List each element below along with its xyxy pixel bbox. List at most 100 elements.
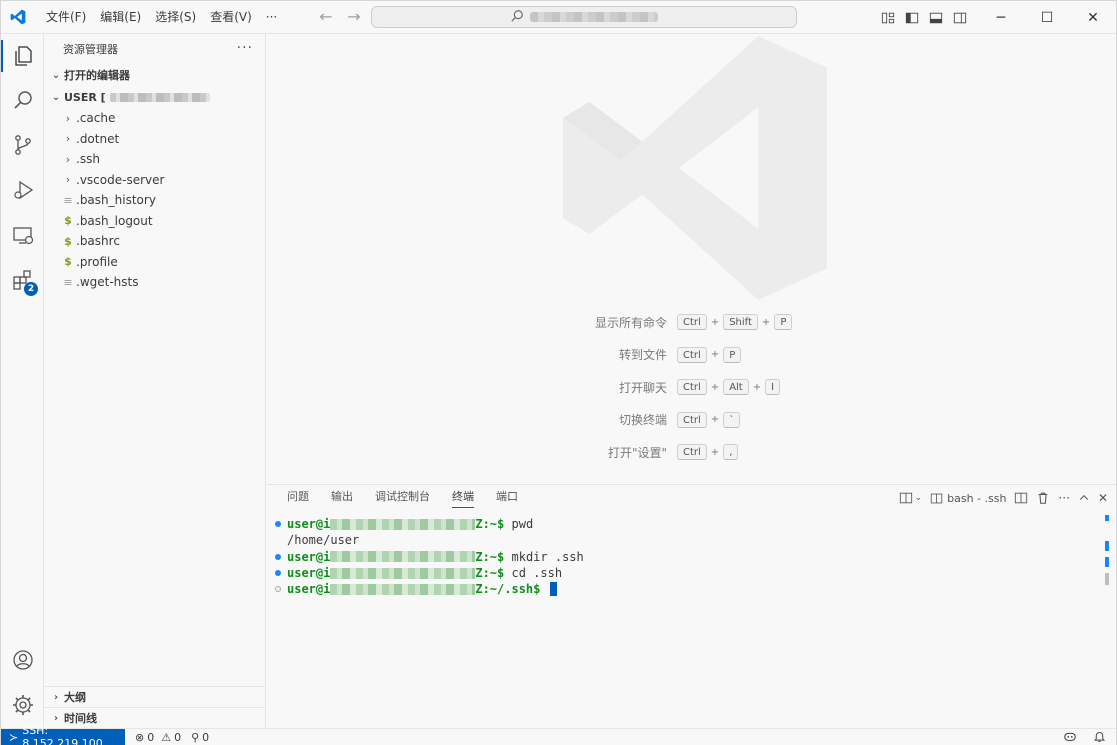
shortcut-row[interactable]: 切换终端 Ctrl + ` [267, 410, 741, 430]
menu-edit[interactable]: 编辑(E) [93, 6, 148, 28]
tree-item[interactable]: › .cache [44, 108, 265, 129]
tab-debug-console[interactable]: 调试控制台 [367, 485, 438, 511]
menu-file[interactable]: 文件(F) [39, 6, 93, 28]
shell-file-icon: $ [64, 234, 72, 248]
panel-actions: ⌄ bash - .ssh ··· ✕ [899, 485, 1108, 511]
chevron-down-icon: ⌄ [51, 91, 61, 103]
warning-icon: ⚠ [161, 730, 172, 744]
copilot-icon[interactable] [1063, 729, 1077, 745]
trash-icon[interactable] [1036, 488, 1050, 508]
minimize-icon[interactable]: ─ [978, 1, 1024, 34]
remote-indicator[interactable]: ≻ SSH: 8.152.219.100 [1, 724, 125, 745]
tab-problems[interactable]: 问题 [279, 485, 317, 511]
chevron-right-icon: › [65, 132, 71, 146]
keycap: Ctrl [677, 411, 707, 428]
tree-item[interactable]: $ .bashrc [44, 231, 265, 252]
shortcut-label: 切换终端 [618, 413, 667, 428]
back-arrow-icon[interactable]: ← [317, 7, 335, 27]
ports-status[interactable]: ⚲ 0 [191, 731, 209, 744]
source-control-icon[interactable] [1, 123, 44, 167]
terminal-output[interactable]: user@i Z:~$ pwd/home/user user@i Z:~$ mkdir… [275, 516, 584, 597]
keycap: Ctrl [677, 346, 707, 363]
command-decoration-icon[interactable] [275, 553, 281, 560]
command-text: mkdir .ssh [504, 549, 584, 564]
nav-arrows: ← → [317, 7, 363, 27]
prompt-user: user@i [287, 517, 331, 532]
shortcut-label: 显示所有命令 [594, 315, 667, 330]
command-decoration-icon[interactable] [275, 521, 281, 528]
command-text: cd .ssh [504, 566, 563, 581]
tree-item[interactable]: › .vscode-server [44, 170, 265, 191]
account-icon[interactable] [1, 638, 44, 682]
problems-status[interactable]: ⊗ 0 ⚠ 0 [135, 731, 181, 744]
toggle-primary-sidebar-icon[interactable] [900, 1, 924, 34]
tab-ports[interactable]: 端口 [488, 485, 526, 511]
customize-layout-icon[interactable] [876, 1, 900, 34]
new-terminal-split-icon[interactable]: ⌄ [899, 488, 923, 508]
tree-item-label: .bash_history [76, 193, 156, 208]
terminal-instance[interactable]: bash - .ssh [930, 492, 1006, 505]
tree-item[interactable]: $ .profile [44, 252, 265, 273]
scroll-mark [1105, 541, 1109, 551]
tree-item-label: .cache [76, 111, 116, 126]
open-editors-section[interactable]: ⌄ 打开的编辑器 [44, 64, 265, 86]
key-separator: + [710, 414, 720, 426]
toggle-secondary-sidebar-icon[interactable] [948, 1, 972, 34]
notifications-bell-icon[interactable] [1093, 730, 1106, 745]
vscode-watermark-logo [563, 34, 827, 305]
close-icon[interactable]: ✕ [1070, 1, 1116, 34]
shortcut-row[interactable]: 转到文件 Ctrl + P [267, 345, 742, 365]
toggle-panel-icon[interactable] [924, 1, 948, 34]
shell-file-icon: $ [64, 214, 72, 228]
command-decoration-icon[interactable] [275, 586, 281, 593]
redacted-hostname [330, 518, 476, 530]
status-right [1063, 729, 1106, 745]
redacted-hostname [330, 583, 476, 595]
run-debug-icon[interactable] [1, 168, 44, 212]
split-terminal-icon[interactable] [1014, 488, 1028, 508]
chevron-down-icon[interactable]: ⌄ [915, 493, 923, 503]
tree-item[interactable]: ≡ .bash_history [44, 190, 265, 211]
maximize-icon[interactable]: ☐ [1024, 1, 1070, 34]
shortcut-row[interactable]: 显示所有命令 Ctrl + Shift + P [267, 312, 793, 332]
shell-file-icon: $ [64, 255, 72, 269]
tree-item[interactable]: › .ssh [44, 149, 265, 170]
tab-output[interactable]: 输出 [323, 485, 361, 511]
close-panel-icon[interactable]: ✕ [1098, 488, 1108, 508]
sidebar-header: 资源管理器 ··· [44, 34, 265, 64]
tab-terminal[interactable]: 终端 [444, 485, 482, 511]
text-file-icon: ≡ [63, 275, 73, 289]
tree-item[interactable]: $ .bash_logout [44, 211, 265, 232]
remote-explorer-icon[interactable] [1, 213, 44, 257]
key-separator: + [710, 446, 720, 458]
search-icon[interactable] [1, 78, 44, 122]
panel-more-icon[interactable]: ··· [1058, 488, 1069, 508]
menu-view[interactable]: 查看(V) [203, 6, 259, 28]
keycap: I [765, 379, 781, 396]
command-text: pwd [504, 517, 534, 532]
command-decoration-icon[interactable] [275, 570, 281, 577]
sidebar-more-icon[interactable]: ··· [237, 40, 253, 56]
menu-more[interactable]: ··· [259, 6, 284, 28]
error-icon: ⊗ [135, 730, 145, 744]
settings-gear-icon[interactable] [1, 683, 44, 727]
maximize-panel-icon[interactable] [1078, 488, 1090, 508]
menu-selection[interactable]: 选择(S) [148, 6, 203, 28]
scroll-mark [1105, 557, 1109, 567]
outline-section[interactable]: › 大纲 [44, 686, 266, 707]
shortcut-label: 打开"设置" [607, 445, 667, 460]
extensions-icon[interactable]: 2 [1, 258, 44, 302]
tree-item[interactable]: › .dotnet [44, 129, 265, 150]
key-separator: + [710, 349, 720, 361]
shortcut-row[interactable]: 打开"设置" Ctrl +, [267, 442, 739, 462]
shortcut-row[interactable]: 打开聊天 Ctrl + Alt + I [267, 377, 781, 397]
key-separator: + [710, 316, 720, 328]
warning-count: 0 [174, 730, 182, 744]
command-center-search[interactable] [371, 6, 797, 28]
terminal-line: user@i Z:~$ pwd [275, 516, 584, 532]
explorer-icon[interactable] [1, 34, 44, 78]
tree-item[interactable]: ≡ .wget-hsts [44, 272, 265, 293]
open-editors-label: 打开的编辑器 [64, 69, 130, 82]
workspace-root-section[interactable]: ⌄ USER [ [44, 86, 265, 108]
forward-arrow-icon[interactable]: → [345, 7, 363, 27]
